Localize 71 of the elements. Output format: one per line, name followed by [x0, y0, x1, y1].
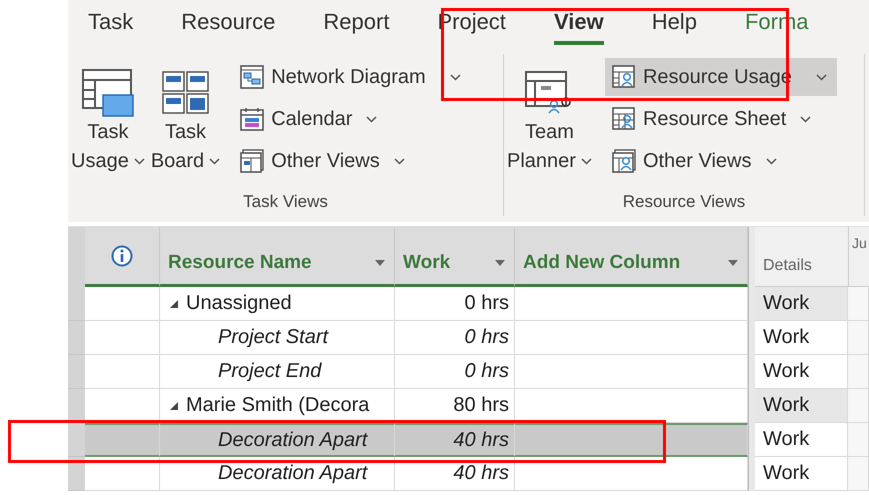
table-cell: Work — [755, 457, 848, 491]
table-cell: Decoration Apart — [160, 423, 395, 457]
timescale-cell — [848, 457, 869, 491]
expand-toggle-icon[interactable] — [170, 402, 178, 410]
chevron-down-icon — [209, 158, 220, 165]
expand-toggle-icon[interactable] — [170, 300, 178, 308]
table-cell: Work — [755, 321, 848, 355]
ribbon-button[interactable]: Other Views — [233, 142, 471, 180]
timescale-header: Ju — [848, 227, 869, 287]
ribbon-large-button[interactable]: Task Board — [148, 54, 224, 192]
ribbon-tab[interactable]: Resource — [181, 9, 276, 45]
chevron-down-icon — [134, 158, 145, 165]
dropdown-arrow-icon[interactable] — [494, 258, 506, 266]
ribbon-tab[interactable]: View — [554, 9, 604, 45]
timescale-cell — [848, 321, 869, 355]
ribbon-tab[interactable]: Help — [652, 9, 697, 45]
ribbon-large-button[interactable]: Task Usage — [68, 54, 148, 192]
group-label: Task Views — [242, 192, 329, 213]
chevron-down-icon — [366, 116, 378, 122]
column-header[interactable]: Work — [395, 227, 515, 287]
calendar-icon — [239, 106, 266, 132]
table-cell: Work — [755, 389, 848, 423]
info-icon — [111, 244, 133, 266]
chevron-down-icon — [580, 158, 592, 165]
timescale-cell — [848, 423, 869, 457]
table-cell: Decoration Apart — [160, 457, 395, 491]
ribbon-button[interactable]: Calendar — [233, 100, 471, 138]
timescale-cell — [848, 287, 869, 321]
dropdown-arrow-icon[interactable] — [374, 258, 386, 266]
table-cell: 0 hrs — [395, 355, 515, 389]
group-label: Resource Views — [622, 192, 746, 213]
ribbon-button[interactable]: Network Diagram — [233, 58, 471, 96]
ribbon-tab[interactable]: Report — [323, 9, 390, 45]
table-cell: 40 hrs — [395, 423, 515, 457]
timescale-cell — [848, 355, 869, 389]
chevron-down-icon — [450, 74, 461, 80]
network-diagram-icon — [239, 64, 266, 90]
table-window-icon — [80, 68, 135, 118]
table-cell: 40 hrs — [395, 457, 515, 491]
column-header[interactable]: Resource Name — [160, 227, 395, 287]
table-cell: 0 hrs — [395, 321, 515, 355]
row-header-cell[interactable] — [68, 321, 85, 355]
dropdown-arrow-icon[interactable] — [727, 258, 739, 266]
table-view-icon — [239, 148, 266, 174]
details-header: Details — [755, 227, 848, 287]
row-header-cell[interactable] — [68, 457, 85, 491]
row-header-cell[interactable] — [68, 423, 85, 457]
table-cell: Work — [755, 355, 848, 389]
timescale-cell — [848, 389, 869, 423]
resource-table-icon — [610, 64, 637, 90]
chevron-down-icon — [800, 116, 812, 122]
ribbon-button[interactable]: Other Views — [604, 142, 837, 180]
ribbon-tab[interactable]: Task — [88, 9, 134, 45]
row-header-cell[interactable] — [68, 355, 85, 389]
table-cell: Work — [755, 423, 848, 457]
ribbon-large-button[interactable]: Team Planner — [504, 54, 595, 192]
table-cell: Work — [755, 287, 848, 321]
column-header[interactable]: Add New Column — [515, 227, 748, 287]
row-header-cell[interactable] — [68, 287, 85, 321]
chevron-down-icon — [766, 158, 777, 164]
row-header-cell[interactable] — [68, 389, 85, 423]
indicators-header[interactable] — [85, 227, 160, 287]
table-cell: Project Start — [160, 321, 395, 355]
resource-view-icon — [610, 148, 637, 174]
resource-sheet-icon — [610, 106, 637, 132]
chevron-down-icon — [394, 158, 405, 164]
table-cell: Unassigned — [160, 287, 395, 321]
chevron-down-icon — [816, 74, 827, 80]
table-cell: 0 hrs — [395, 287, 515, 321]
table-cell: Project End — [160, 355, 395, 389]
ribbon-button[interactable]: Resource Sheet — [604, 100, 837, 138]
